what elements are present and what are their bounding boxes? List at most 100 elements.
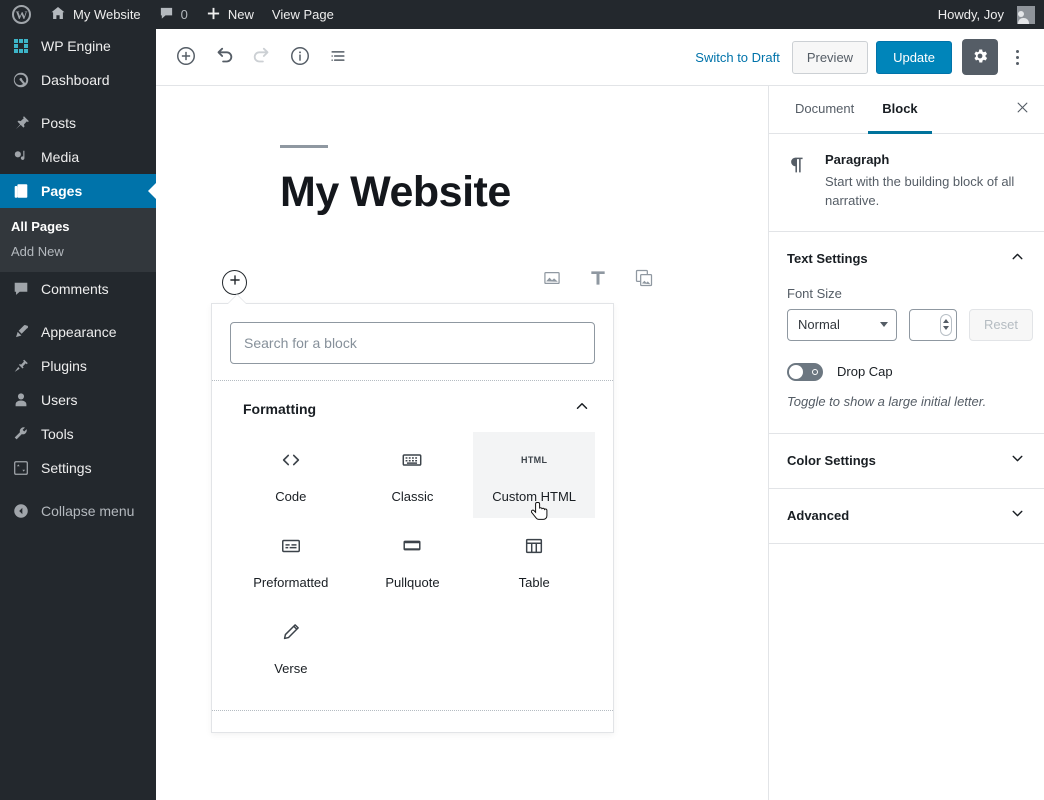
comments-count: 0 xyxy=(181,7,188,22)
drop-cap-help-text: Toggle to show a large initial letter. xyxy=(787,393,1026,411)
pullquote-icon xyxy=(401,534,423,558)
sidebar-item-comments[interactable]: Comments xyxy=(0,272,156,306)
block-item-preformatted[interactable]: Preformatted xyxy=(230,518,352,604)
reset-font-size-button[interactable]: Reset xyxy=(969,309,1033,341)
block-item-label: Pullquote xyxy=(385,575,439,590)
sidebar-item-settings[interactable]: Settings xyxy=(0,451,156,485)
block-inserter-popover: Formatting Code xyxy=(211,303,614,733)
more-options-button[interactable] xyxy=(1002,39,1032,75)
advanced-panel: Advanced xyxy=(769,489,1044,544)
sidebar-item-wp-engine[interactable]: WP Engine xyxy=(0,29,156,63)
angle-brackets-icon xyxy=(280,448,302,472)
undo-button[interactable] xyxy=(206,39,242,75)
home-icon xyxy=(50,5,66,24)
tab-block[interactable]: Block xyxy=(868,86,931,134)
text-settings-header[interactable]: Text Settings xyxy=(769,232,1044,286)
stepper-down-icon xyxy=(943,326,949,330)
sidebar-item-pages[interactable]: Pages xyxy=(0,174,156,208)
inline-inserter-toggle[interactable] xyxy=(222,270,247,295)
toggle-knob xyxy=(789,365,803,379)
advanced-header[interactable]: Advanced xyxy=(769,489,1044,543)
preview-button[interactable]: Preview xyxy=(792,41,868,74)
wpengine-icon xyxy=(11,36,31,56)
pages-submenu: All Pages Add New xyxy=(0,208,156,272)
sidebar-item-posts[interactable]: Posts xyxy=(0,106,156,140)
block-item-custom-html[interactable]: HTML Custom HTML xyxy=(473,432,595,518)
settings-toggle-button[interactable] xyxy=(962,39,998,75)
block-navigation-button[interactable] xyxy=(320,39,356,75)
sidebar-item-media[interactable]: Media xyxy=(0,140,156,174)
sidebar-item-label: Tools xyxy=(41,426,74,442)
redo-icon xyxy=(251,45,273,70)
block-item-label: Custom HTML xyxy=(492,489,576,504)
submenu-label: All Pages xyxy=(11,219,70,234)
sidebar-item-collapse-menu[interactable]: Collapse menu xyxy=(0,494,156,528)
pages-icon xyxy=(11,181,31,201)
sidebar-item-dashboard[interactable]: Dashboard xyxy=(0,63,156,97)
view-page-link[interactable]: View Page xyxy=(263,0,343,29)
close-sidebar-button[interactable] xyxy=(1004,86,1040,133)
block-item-verse[interactable]: Verse xyxy=(230,604,352,690)
drop-cap-label: Drop Cap xyxy=(837,364,893,379)
page-title[interactable]: My Website xyxy=(280,168,768,217)
account-menu[interactable]: Howdy, Joy xyxy=(929,0,1044,29)
text-icon[interactable] xyxy=(588,268,608,288)
admin-bar: W My Website 0 New View Page Howdy, Joy xyxy=(0,0,1044,29)
sidebar-item-label: Settings xyxy=(41,460,92,476)
image-icon[interactable] xyxy=(542,268,562,288)
pencil-icon xyxy=(280,620,302,644)
block-item-label: Code xyxy=(275,489,306,504)
submenu-item-add-new[interactable]: Add New xyxy=(0,239,156,264)
submenu-item-all-pages[interactable]: All Pages xyxy=(0,214,156,239)
block-item-code[interactable]: Code xyxy=(230,432,352,518)
stepper-up-icon xyxy=(943,319,949,323)
custom-size-wrap xyxy=(909,309,957,341)
site-name-menu[interactable]: My Website xyxy=(41,0,150,29)
block-type-grid: Code Classic HTML xyxy=(212,432,613,706)
comments-menu[interactable]: 0 xyxy=(150,0,197,29)
content-structure-icon xyxy=(328,46,348,69)
search-input[interactable] xyxy=(230,322,595,364)
block-item-pullquote[interactable]: Pullquote xyxy=(352,518,474,604)
block-item-label: Classic xyxy=(392,489,434,504)
content-info-button[interactable] xyxy=(282,39,318,75)
gallery-icon[interactable] xyxy=(634,268,654,288)
sidebar-item-label: Collapse menu xyxy=(41,503,134,519)
new-content-menu[interactable]: New xyxy=(197,0,263,29)
block-card-title: Paragraph xyxy=(825,152,1026,167)
formatting-panel-header[interactable]: Formatting xyxy=(212,381,613,432)
circle-plus-icon xyxy=(228,273,242,292)
font-size-select[interactable]: Normal xyxy=(787,309,897,341)
text-settings-panel: Text Settings Font Size Normal xyxy=(769,232,1044,434)
update-button[interactable]: Update xyxy=(876,41,952,74)
wordpress-logo-button[interactable]: W xyxy=(0,0,41,29)
wrench-icon xyxy=(11,424,31,444)
site-name-label: My Website xyxy=(73,7,141,22)
redo-button[interactable] xyxy=(244,39,280,75)
sidebar-item-label: Comments xyxy=(41,281,109,297)
chevron-down-icon xyxy=(1009,505,1026,527)
color-settings-header[interactable]: Color Settings xyxy=(769,434,1044,488)
sidebar-divider xyxy=(0,306,156,315)
switch-to-draft-link[interactable]: Switch to Draft xyxy=(683,50,792,65)
sidebar-item-appearance[interactable]: Appearance xyxy=(0,315,156,349)
sidebar-item-plugins[interactable]: Plugins xyxy=(0,349,156,383)
preformatted-icon xyxy=(280,534,302,558)
tab-document[interactable]: Document xyxy=(781,86,868,134)
block-item-table[interactable]: Table xyxy=(473,518,595,604)
sidebar-item-users[interactable]: Users xyxy=(0,383,156,417)
block-item-classic[interactable]: Classic xyxy=(352,432,474,518)
color-settings-panel: Color Settings xyxy=(769,434,1044,489)
table-icon xyxy=(523,534,545,558)
circle-plus-icon xyxy=(175,45,197,70)
number-stepper[interactable] xyxy=(940,314,952,336)
sidebar-item-label: Appearance xyxy=(41,324,117,340)
add-block-button[interactable] xyxy=(168,39,204,75)
block-item-label: Table xyxy=(519,575,550,590)
advanced-title: Advanced xyxy=(787,508,849,523)
sidebar-item-tools[interactable]: Tools xyxy=(0,417,156,451)
html-icon: HTML xyxy=(521,448,547,472)
drop-cap-toggle[interactable] xyxy=(787,363,823,381)
toggle-off-icon xyxy=(812,369,818,375)
settings-sidebar: Document Block Paragraph Start with the … xyxy=(768,86,1044,800)
